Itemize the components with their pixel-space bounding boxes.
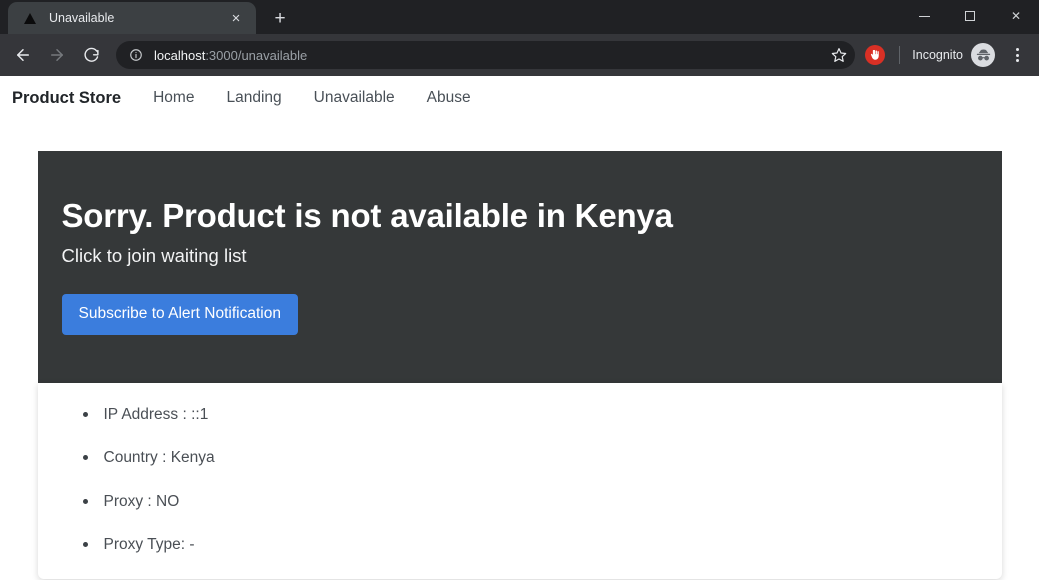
new-tab-button[interactable]: + — [266, 4, 294, 32]
hand-stop-icon[interactable] — [865, 45, 886, 65]
browser-window: Unavailable × + ✕ localhost:3000/unavail… — [0, 0, 1039, 580]
tab-title: Unavailable — [49, 11, 115, 25]
nav-link-home[interactable]: Home — [137, 89, 210, 107]
incognito-label: Incognito — [912, 48, 963, 62]
nav-link-abuse[interactable]: Abuse — [411, 89, 487, 107]
page-viewport: Product Store Home Landing Unavailable A… — [0, 76, 1039, 580]
maximize-button[interactable] — [947, 0, 993, 32]
close-window-button[interactable]: ✕ — [993, 0, 1039, 32]
tab-strip: Unavailable × + ✕ — [0, 0, 1039, 34]
navbar-brand[interactable]: Product Store — [6, 89, 137, 108]
minimize-button[interactable] — [901, 0, 947, 32]
page-container: Sorry. Product is not available in Kenya… — [37, 151, 1002, 579]
incognito-indicator[interactable]: Incognito — [908, 43, 999, 67]
nav-link-landing[interactable]: Landing — [210, 89, 297, 107]
triangle-icon — [22, 10, 38, 26]
address-bar[interactable]: localhost:3000/unavailable — [116, 41, 856, 69]
reload-icon[interactable] — [76, 40, 106, 70]
page-subtitle: Click to join waiting list — [61, 244, 247, 266]
incognito-spy-icon[interactable] — [971, 43, 995, 67]
browser-tab-unavailable[interactable]: Unavailable × — [8, 2, 256, 34]
toolbar-divider — [899, 46, 901, 64]
url-text: localhost:3000/unavailable — [154, 48, 307, 63]
page-title: Sorry. Product is not available in Kenya — [61, 197, 673, 234]
list-item-ip-address: IP Address : ::1 — [62, 407, 978, 423]
close-icon[interactable]: × — [226, 8, 246, 28]
subscribe-alert-button[interactable]: Subscribe to Alert Notification — [61, 293, 298, 335]
url-host: localhost — [154, 47, 206, 63]
visitor-info-list: IP Address : ::1 Country : Kenya Proxy :… — [62, 407, 978, 553]
nav-link-unavailable[interactable]: Unavailable — [298, 89, 411, 107]
unavailable-jumbotron: Sorry. Product is not available in Kenya… — [37, 151, 1002, 383]
window-controls: ✕ — [901, 0, 1039, 32]
star-icon[interactable] — [825, 41, 853, 69]
url-path: :3000/unavailable — [205, 47, 308, 63]
info-circle-icon[interactable] — [128, 47, 144, 63]
browser-toolbar: localhost:3000/unavailable Incognito — [0, 34, 1039, 76]
list-item-proxy-type: Proxy Type: - — [62, 537, 978, 553]
site-navbar: Product Store Home Landing Unavailable A… — [0, 76, 1039, 120]
back-arrow-icon[interactable] — [8, 40, 38, 70]
forward-arrow-icon — [42, 40, 72, 70]
kebab-menu-icon[interactable] — [1003, 41, 1031, 69]
visitor-info-card: IP Address : ::1 Country : Kenya Proxy :… — [37, 382, 1002, 579]
list-item-proxy: Proxy : NO — [62, 494, 978, 510]
list-item-country: Country : Kenya — [62, 450, 978, 466]
